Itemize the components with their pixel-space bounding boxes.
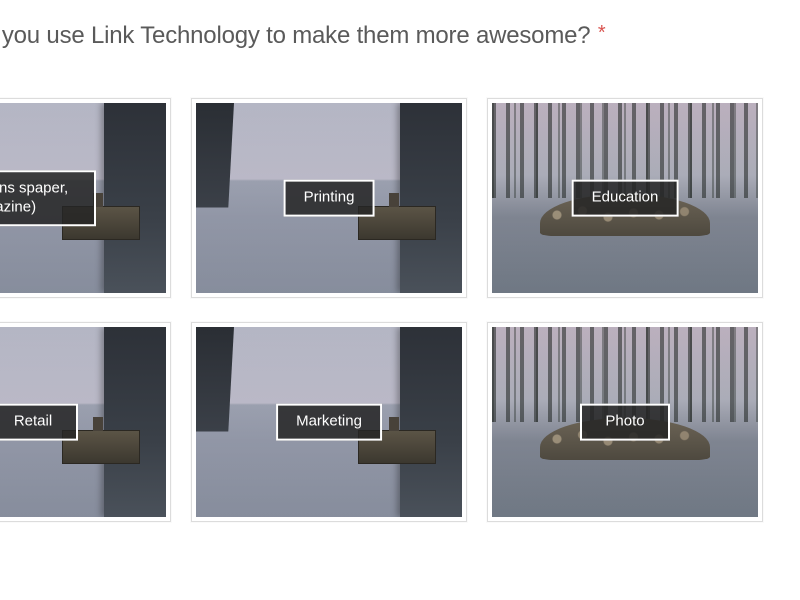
option-card-printing[interactable]: Printing: [191, 98, 467, 298]
option-card-publications[interactable]: Publications spaper, Magazine): [0, 98, 171, 298]
option-label: Marketing: [276, 404, 382, 441]
option-label: Education: [572, 180, 679, 217]
option-card-photo[interactable]: Photo: [487, 322, 763, 522]
option-label: Printing: [284, 180, 375, 217]
option-card-education[interactable]: Education: [487, 98, 763, 298]
question-heading: ill you use Link Technology to make them…: [0, 22, 606, 50]
option-grid: Publications spaper, Magazine) Printing …: [0, 98, 763, 522]
option-card-retail[interactable]: Retail: [0, 322, 171, 522]
option-label: Photo: [580, 404, 670, 441]
option-label: Publications spaper, Magazine): [0, 170, 96, 226]
option-label: Retail: [0, 404, 78, 441]
option-card-marketing[interactable]: Marketing: [191, 322, 467, 522]
question-text: ill you use Link Technology to make them…: [0, 22, 590, 49]
required-asterisk: *: [598, 22, 606, 44]
